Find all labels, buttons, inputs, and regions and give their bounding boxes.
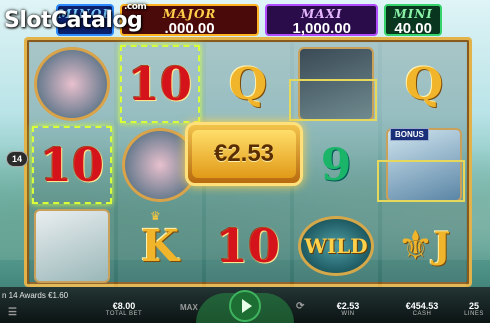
symbol-label: Q xyxy=(404,58,444,110)
jackpot-mini-value: 40.00 xyxy=(394,20,432,37)
spin-button[interactable] xyxy=(229,290,261,322)
win-amount: €2.53 xyxy=(213,140,275,167)
max-bet-button[interactable]: MAX xyxy=(180,303,198,312)
princess-icon xyxy=(34,209,110,283)
symbol-label: 10 xyxy=(39,138,104,192)
lines-display: 25 LINES xyxy=(462,301,486,317)
payline-highlight xyxy=(289,79,377,121)
symbol-label: 10 xyxy=(215,219,280,273)
cash-value: €454.53 xyxy=(405,301,439,311)
reel-1: 10 xyxy=(30,43,114,287)
win-value: €2.53 xyxy=(336,301,360,311)
win-message: n 14 Awards €1.60 xyxy=(2,291,69,300)
wild-label: WILD xyxy=(304,234,368,258)
watermark-logo: SlotCatalog .com xyxy=(4,2,147,33)
cash-display: €454.53 CASH xyxy=(398,301,446,317)
symbol-label: K xyxy=(140,220,180,272)
total-bet: €8.00 TOTAL BET xyxy=(104,301,144,317)
fleur-de-lis-icon: ⚜ xyxy=(397,224,434,268)
autoplay-icon[interactable]: ⟳ xyxy=(296,301,304,312)
logo-suffix: .com xyxy=(124,2,147,12)
total-bet-value: €8.00 xyxy=(112,301,136,311)
symbol-nine: 9 xyxy=(296,126,376,204)
symbol-king: ♛ K xyxy=(120,207,200,285)
symbol-princess xyxy=(32,207,112,285)
symbol-queen: Q xyxy=(208,45,288,123)
symbol-label: 10 xyxy=(127,57,192,111)
crown-icon: ♛ xyxy=(150,209,161,223)
symbol-jack: ⚜ J xyxy=(384,207,464,285)
win-amount-panel: €2.53 xyxy=(185,122,303,186)
payline-marker[interactable]: 14 xyxy=(6,151,28,167)
jackpot-maxi-label: MAXI xyxy=(300,7,343,21)
menu-icon[interactable]: ☰ xyxy=(8,307,17,318)
symbol-label: J xyxy=(433,225,451,267)
cash-label: CASH xyxy=(412,311,432,317)
symbol-queen: Q xyxy=(384,45,464,123)
payline-highlight xyxy=(377,160,465,202)
play-icon xyxy=(241,299,252,313)
logo-text: SlotCatalog xyxy=(4,8,143,33)
jackpot-mini: MINI 40.00 xyxy=(384,4,442,37)
bonus-tag: BONUS xyxy=(390,128,429,141)
win-amount-inner: €2.53 xyxy=(192,130,296,178)
lines-label: LINES xyxy=(464,311,484,317)
symbol-ten: 10 xyxy=(32,126,112,204)
wild-icon: WILD xyxy=(298,216,374,276)
symbol-ten: 10 xyxy=(120,45,200,123)
symbol-wild: WILD xyxy=(296,207,376,285)
total-bet-label: TOTAL BET xyxy=(105,311,143,317)
jackpot-mini-label: MINI xyxy=(393,7,433,21)
win-label: WIN xyxy=(341,311,355,317)
symbol-label: 9 xyxy=(320,139,352,191)
jackpot-maxi: MAXI 1,000.00 xyxy=(265,4,379,37)
win-display: €2.53 WIN xyxy=(330,301,366,317)
lines-value: 25 xyxy=(468,301,479,311)
bottom-bar: n 14 Awards €1.60 ☰ €8.00 TOTAL BET MAX … xyxy=(0,287,490,323)
symbol-cherry-blossom xyxy=(32,45,112,123)
cherry-blossom-icon xyxy=(34,47,110,121)
symbol-label: Q xyxy=(228,58,268,110)
symbol-ten: 10 xyxy=(208,207,288,285)
jackpot-maxi-value: 1,000.00 xyxy=(292,20,351,37)
